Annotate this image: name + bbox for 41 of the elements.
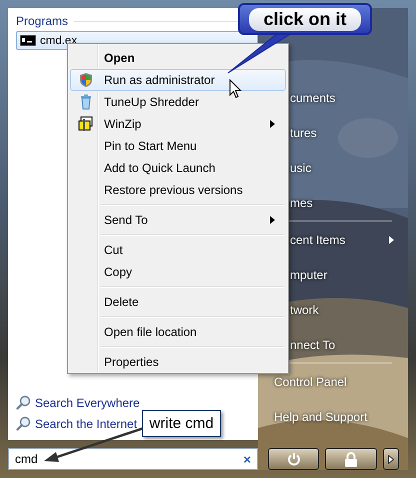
console-icon <box>20 35 36 46</box>
menu-item[interactable]: Open <box>70 47 286 69</box>
search-icon <box>16 395 31 410</box>
start-menu-item[interactable]: usic <box>290 160 312 174</box>
menu-item[interactable]: Send To <box>70 209 286 231</box>
search-icon <box>16 416 31 431</box>
start-menu-item[interactable]: nnect To <box>290 338 336 352</box>
clear-icon[interactable]: × <box>243 452 251 466</box>
search-link[interactable]: Search the Internet <box>16 413 138 434</box>
lock-button[interactable] <box>325 448 377 470</box>
search-field[interactable]: cmd × <box>8 448 258 470</box>
start-menu-item[interactable]: cuments <box>290 90 336 104</box>
start-menu-item[interactable]: tures <box>290 126 317 140</box>
start-menu-item[interactable]: cent Items <box>290 232 346 246</box>
menu-item[interactable]: Cut <box>70 239 286 261</box>
shield-icon <box>79 72 93 88</box>
menu-item[interactable]: Pin to Start Menu <box>70 135 286 157</box>
menu-item[interactable]: Open file location <box>70 321 286 343</box>
programs-heading: Programs <box>16 14 68 28</box>
menu-item[interactable]: Add to Quick Launch <box>70 157 286 179</box>
trash-can-icon <box>80 94 92 110</box>
options-button[interactable] <box>383 448 399 470</box>
mouse-pointer-icon <box>229 79 242 99</box>
menu-item[interactable]: Properties <box>70 351 286 373</box>
power-icon <box>286 452 300 466</box>
menu-item[interactable]: WinZip <box>70 113 286 135</box>
arrow-icon <box>388 454 394 464</box>
start-menu-item[interactable]: mes <box>290 196 313 210</box>
power-button[interactable] <box>268 448 319 470</box>
callout: click on it <box>238 3 372 35</box>
start-menu-item[interactable]: mputer <box>290 268 328 282</box>
menu-item[interactable]: TuneUp Shredder <box>70 91 286 113</box>
start-menu-item[interactable]: twork <box>290 302 319 316</box>
menu-item[interactable]: Copy <box>70 261 286 283</box>
menu-item[interactable]: Restore previous versions <box>70 179 286 201</box>
callout: write cmd <box>142 410 221 437</box>
menu-item[interactable]: Run as administrator <box>70 69 286 91</box>
folder-vise-icon <box>78 116 94 132</box>
search-link[interactable]: Search Everywhere <box>16 392 140 413</box>
lock-icon <box>344 452 358 466</box>
menu-item[interactable]: Delete <box>70 291 286 313</box>
